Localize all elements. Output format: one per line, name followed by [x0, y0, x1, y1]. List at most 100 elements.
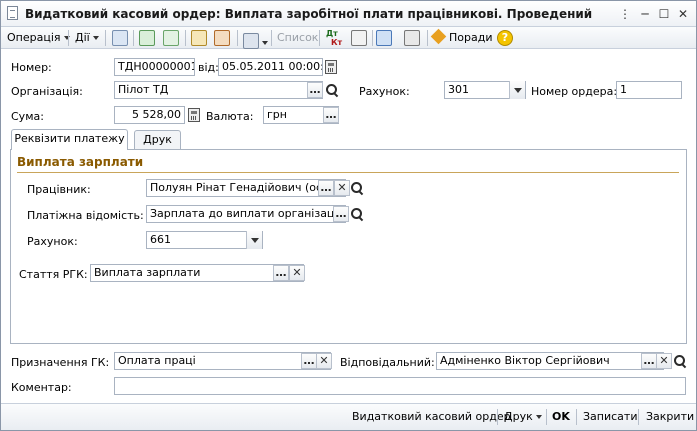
- clear-responsible-icon[interactable]: ✕: [656, 353, 672, 369]
- tips-button[interactable]: Поради: [430, 28, 492, 46]
- based-on-menu[interactable]: [243, 30, 268, 49]
- comment-field[interactable]: [114, 377, 686, 395]
- chevron-down-icon: [92, 36, 99, 40]
- close-icon[interactable]: ✕: [676, 7, 690, 21]
- purpose-field[interactable]: Оплата праці: [114, 352, 331, 370]
- save-button[interactable]: Записати: [583, 410, 637, 423]
- debit-credit-icon[interactable]: Дт Кт: [326, 29, 343, 47]
- number-label: Номер:: [11, 61, 52, 74]
- refresh-icon[interactable]: [139, 30, 155, 46]
- actions-label: Дії: [75, 31, 90, 44]
- unpost-document-icon[interactable]: [214, 30, 230, 46]
- purpose-label: Призначення ГК:: [11, 356, 110, 369]
- actions-menu[interactable]: Дії: [75, 30, 99, 46]
- employee-label: Працівник:: [27, 183, 91, 196]
- ok-button[interactable]: OK: [552, 410, 570, 423]
- date-label: від:: [198, 61, 219, 74]
- calculator-icon[interactable]: [188, 108, 200, 122]
- tips-icon: [430, 28, 447, 45]
- actions-icon[interactable]: ⋮: [618, 7, 632, 21]
- tab-payment-details[interactable]: Реквізити платежу: [11, 129, 128, 150]
- journal-icon[interactable]: [351, 30, 367, 46]
- footer-divider: [638, 409, 639, 425]
- calendar-icon[interactable]: [325, 60, 337, 74]
- chevron-down-icon: [262, 41, 268, 45]
- operation-menu[interactable]: Операція: [7, 30, 70, 46]
- chevron-down-icon[interactable]: [509, 81, 525, 99]
- rgk-item-field[interactable]: Виплата зарплати: [90, 264, 304, 282]
- select-purpose-button[interactable]: …: [301, 353, 317, 369]
- statement-field[interactable]: Зарплата до виплати організацій ТДН: [146, 205, 346, 223]
- currency-label: Валюта:: [206, 110, 254, 123]
- section-title: Виплата зарплати: [17, 155, 144, 169]
- toolbar-divider: [427, 30, 428, 46]
- footer-divider: [576, 409, 577, 425]
- select-statement-button[interactable]: …: [333, 206, 349, 222]
- select-organization-button[interactable]: …: [307, 82, 323, 98]
- chevron-down-icon: [535, 415, 542, 419]
- toolbar-divider: [133, 30, 134, 46]
- section-divider: [17, 172, 679, 173]
- list-view-icon[interactable]: [404, 30, 420, 46]
- amount-label: Сума:: [11, 110, 44, 123]
- credit-label: Кт: [331, 38, 343, 47]
- select-rgk-button[interactable]: …: [273, 265, 289, 281]
- rgk-item-label: Стаття РГК:: [19, 268, 88, 281]
- clear-purpose-icon[interactable]: ✕: [316, 353, 332, 369]
- date-field[interactable]: 05.05.2011 00:00:00: [218, 58, 323, 76]
- footer-bar: Видатковий касовий ордер Друк OK Записат…: [1, 403, 696, 430]
- list-button[interactable]: Список: [277, 30, 318, 46]
- search-icon[interactable]: [672, 353, 688, 369]
- clear-employee-icon[interactable]: ✕: [334, 180, 350, 196]
- post-document-icon[interactable]: [191, 30, 207, 46]
- document-window: Видатковий касовий ордер: Виплата заробі…: [0, 0, 697, 431]
- organization-field[interactable]: Пілот ТД: [114, 81, 323, 99]
- clear-rgk-icon[interactable]: ✕: [289, 265, 305, 281]
- toolbar-divider: [372, 30, 373, 46]
- arrow-right-icon: [243, 33, 259, 49]
- search-icon[interactable]: [349, 180, 365, 196]
- document-icon: [7, 6, 18, 20]
- toolbar-divider: [237, 30, 238, 46]
- print-form-button[interactable]: Видатковий касовий ордер: [352, 410, 511, 423]
- number-field[interactable]: ТДН00000001: [114, 58, 195, 76]
- search-icon[interactable]: [349, 206, 365, 222]
- tab-print[interactable]: Друк: [134, 130, 181, 150]
- select-employee-button[interactable]: …: [318, 180, 334, 196]
- amount-field[interactable]: 5 528,00: [114, 106, 185, 124]
- search-icon[interactable]: [324, 82, 340, 98]
- operation-label: Операція: [7, 31, 61, 44]
- title-bar: Видатковий касовий ордер: Виплата заробі…: [1, 1, 696, 27]
- comment-label: Коментар:: [11, 381, 72, 394]
- toolbar-divider: [68, 30, 69, 46]
- close-button[interactable]: Закрити: [646, 410, 694, 423]
- payment-account-label: Рахунок:: [27, 235, 78, 248]
- employee-field[interactable]: Полуян Рінат Генадійович (осн.): [146, 179, 346, 197]
- toolbar-divider: [271, 30, 272, 46]
- select-responsible-button[interactable]: …: [641, 353, 657, 369]
- minimize-icon[interactable]: ─: [638, 7, 652, 21]
- print-menu[interactable]: Друк: [504, 410, 542, 423]
- maximize-icon[interactable]: ☐: [657, 7, 671, 21]
- organization-label: Організація:: [11, 85, 83, 98]
- print-label: Друк: [504, 410, 533, 423]
- account-label: Рахунок:: [359, 85, 410, 98]
- toolbar-divider: [185, 30, 186, 46]
- copy-icon[interactable]: [163, 30, 179, 46]
- order-number-field[interactable]: 1: [616, 81, 682, 99]
- structure-icon[interactable]: [376, 30, 392, 46]
- responsible-label: Відповідальний:: [340, 356, 435, 369]
- select-currency-button[interactable]: …: [323, 107, 339, 123]
- responsible-field[interactable]: Адміненко Віктор Сергійович: [436, 352, 664, 370]
- order-number-label: Номер ордера:: [531, 85, 618, 98]
- toolbar-divider: [319, 30, 320, 46]
- toolbar-divider: [105, 30, 106, 46]
- statement-label: Платіжна відомість:: [27, 209, 144, 222]
- chevron-down-icon[interactable]: [246, 231, 262, 249]
- debit-label: Дт: [326, 29, 338, 38]
- help-icon[interactable]: ?: [497, 30, 513, 46]
- toolbar: Операція Дії Список Дт Кт Поради ?: [1, 27, 696, 49]
- footer-divider: [546, 409, 547, 425]
- tab-panel: Виплата зарплати Працівник: Полуян Рінат…: [10, 149, 687, 344]
- save-close-icon[interactable]: [112, 30, 128, 46]
